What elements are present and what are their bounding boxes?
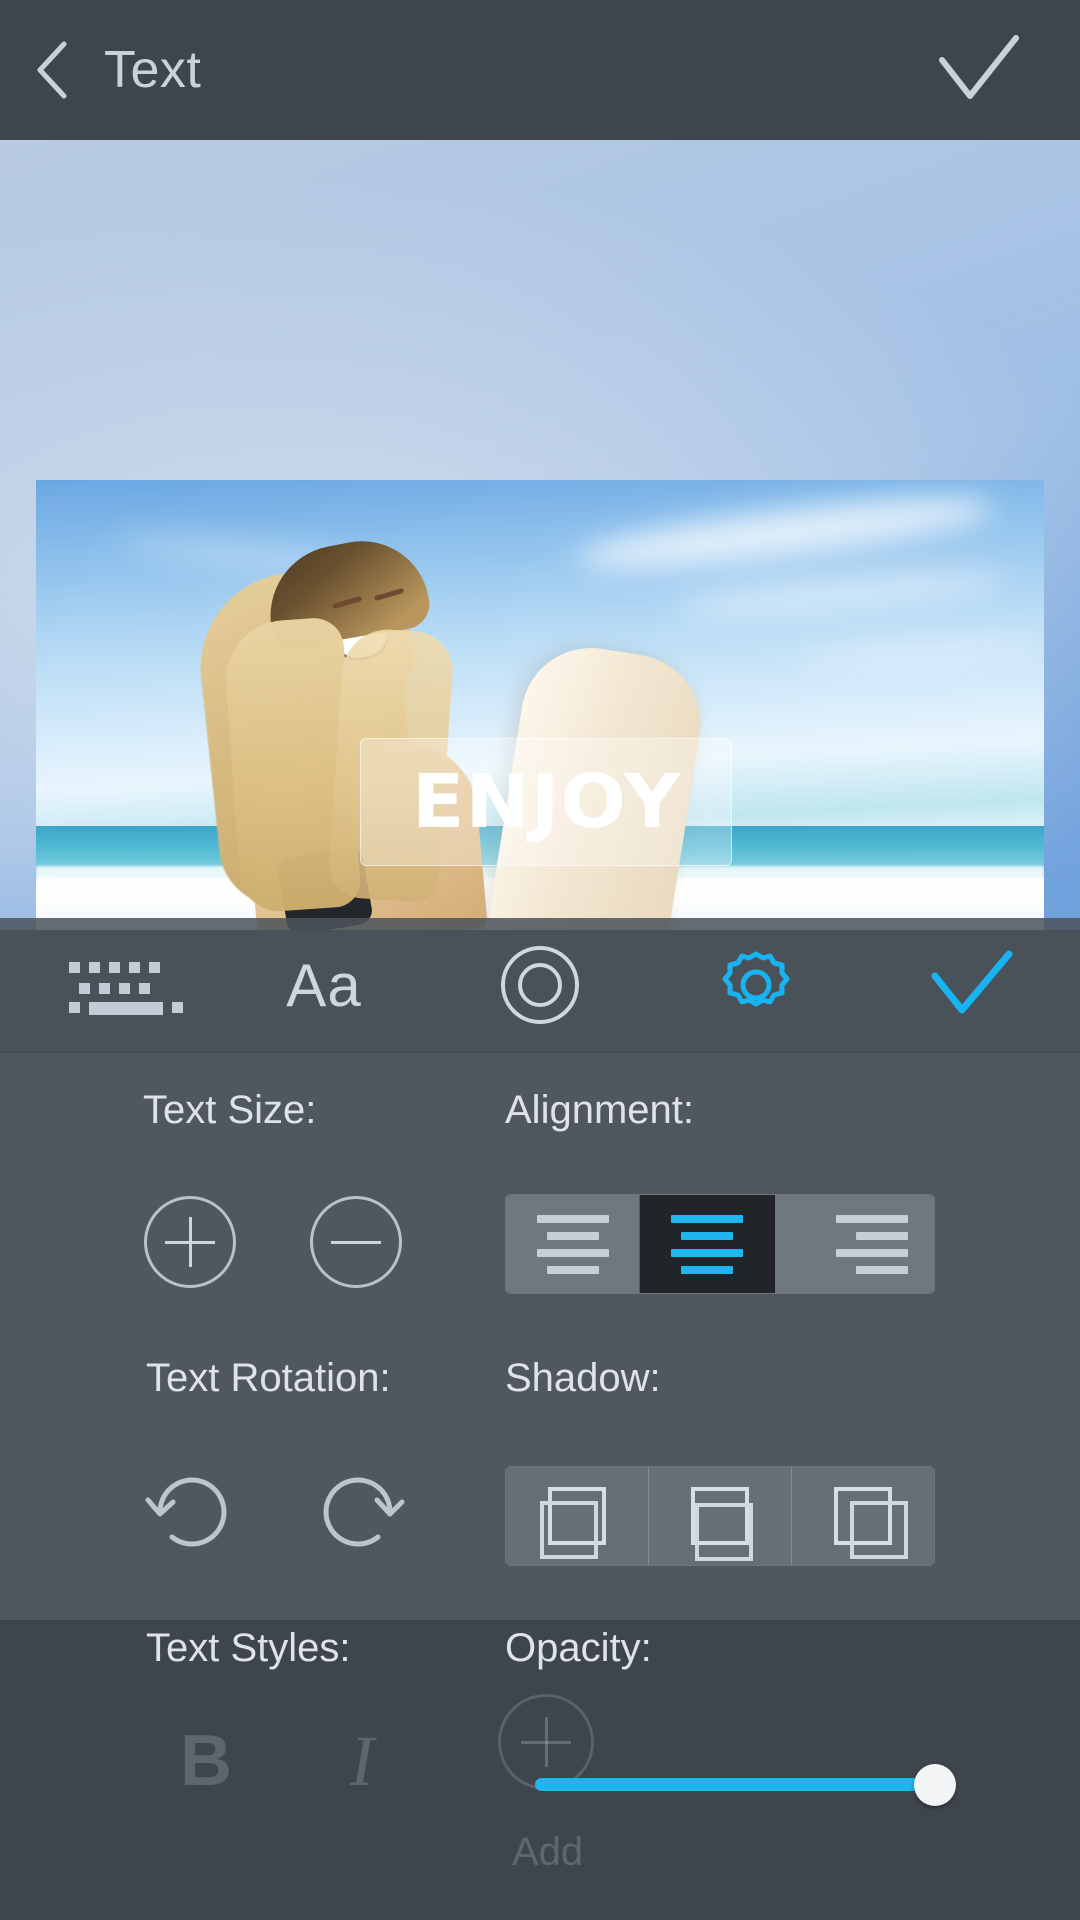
align-center-icon [680,1231,733,1240]
keyboard-icon [69,956,183,1015]
align-left-icon [536,1214,609,1223]
editor-toolbar: Aa [0,918,1080,1053]
toolbar-item-confirm[interactable] [864,918,1080,1053]
italic-button[interactable]: I [350,1720,374,1803]
plus-circle-icon [544,1717,548,1767]
chevron-left-icon [37,41,67,99]
shadow-left-icon [540,1487,606,1559]
color-icon [501,946,579,1024]
settings-icon [722,951,790,1007]
shadow-option-left[interactable] [506,1467,649,1565]
top-bar: Text [0,0,1080,140]
toolbar-item-settings[interactable] [648,918,864,1053]
text-size-increase-button[interactable] [144,1196,236,1288]
plus-icon [188,1217,192,1267]
rotate-ccw-button[interactable] [140,1460,244,1569]
opacity-label: Opacity: [505,1626,652,1670]
text-rotation-label: Text Rotation: [146,1356,391,1400]
cloud-shape [574,484,998,582]
toolbar-item-color[interactable] [432,918,648,1053]
toolbar-item-font[interactable]: Aa [216,918,432,1053]
shadow-bottom-icon [691,1487,753,1561]
shadow-segmented-control [505,1466,935,1566]
alignment-label: Alignment: [505,1088,694,1132]
align-center-icon [670,1248,743,1257]
align-left-icon [546,1265,599,1274]
toolbar-item-keyboard[interactable] [0,918,216,1053]
alignment-segmented-control [505,1194,935,1294]
photo-preview[interactable]: ENJOY [36,480,1044,930]
align-right-icon [835,1248,908,1257]
shadow-left-icon [540,1501,598,1559]
confirm-button[interactable] [936,34,1022,111]
align-center-icon [670,1214,743,1223]
align-right-icon [835,1214,908,1223]
opacity-slider[interactable] [535,1764,956,1806]
confirm-icon [931,950,1013,1014]
overlay-text: ENJOY [411,759,681,845]
page-title: Text [104,41,202,99]
minus-icon [331,1240,381,1244]
check-icon [939,35,1019,99]
align-center-icon [680,1265,733,1274]
shadow-bottom-icon [695,1503,753,1561]
align-left-icon [536,1248,609,1257]
shadow-label: Shadow: [505,1356,661,1400]
back-button[interactable] [32,38,78,102]
app-root: Text ENJOY Aa Text Size: Alignment: Text… [0,0,1080,1920]
rotate-left-icon [145,1477,227,1547]
text-size-decrease-button[interactable] [310,1196,402,1288]
alignment-option-left[interactable] [506,1195,641,1293]
cloud-shape [795,631,1044,675]
add-button-label: Add [512,1830,584,1874]
text-overlay-box[interactable]: ENJOY [360,738,732,866]
opacity-slider-knob[interactable] [914,1764,956,1806]
alignment-option-center[interactable] [640,1195,775,1293]
text-styles-label: Text Styles: [146,1626,351,1670]
font-icon: Aa [286,951,362,1019]
rotate-right-icon [323,1477,405,1547]
align-left-icon [546,1231,599,1240]
align-right-icon [855,1265,908,1274]
shadow-option-right[interactable] [792,1467,934,1565]
opacity-slider-fill [535,1778,935,1791]
canvas-area: ENJOY [0,140,1080,930]
shadow-right-icon [850,1501,908,1559]
alignment-option-right[interactable] [774,1195,934,1293]
rotate-cw-button[interactable] [306,1460,410,1569]
bold-button[interactable]: B [180,1720,232,1802]
cloud-shape [675,561,1007,625]
shadow-right-icon [834,1487,908,1559]
align-right-icon [855,1231,908,1240]
shadow-option-bottom[interactable] [649,1467,792,1565]
text-size-label: Text Size: [143,1088,317,1132]
